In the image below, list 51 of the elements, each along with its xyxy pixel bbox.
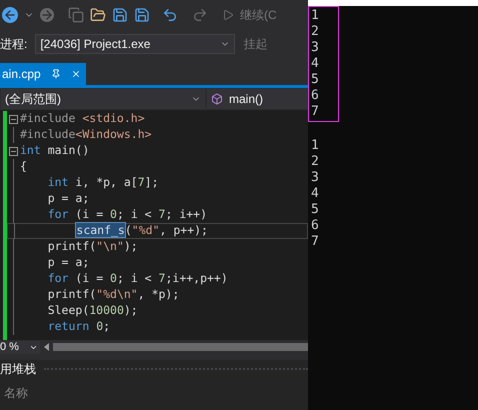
zoom-dropdown[interactable]: 0 % [0,340,40,354]
console-line: 1 [311,8,320,24]
collapse-icon[interactable] [9,146,18,156]
code-line: p = a; [46,190,90,208]
function-dropdown[interactable]: main() [207,89,307,109]
call-stack-title: 用堆栈 [0,361,36,378]
code-line: return 0; [46,318,110,336]
console-line: 5 [311,72,320,88]
code-line: for (i = 0; i < 7;i++,p++) [46,270,228,288]
code-line: int i, *p, a[7]; [46,174,159,192]
play-icon[interactable] [222,9,234,21]
collapse-icon[interactable] [9,114,18,124]
back-icon[interactable] [2,7,18,23]
console-line: 2 [311,24,320,40]
save-all-icon[interactable] [134,7,150,23]
process-label: 进程: [0,36,28,53]
open-folder-icon[interactable] [90,7,106,23]
console-line: 7 [311,104,320,120]
column-header: 名称 [4,385,29,402]
code-line: Sleep(10000); [46,302,138,320]
code-line: { [20,158,27,176]
code-line: int main() [20,142,90,160]
process-dropdown[interactable]: [24036] Project1.exe [35,34,236,54]
file-tab[interactable]: ain.cpp [0,63,86,85]
console-line: 6 [311,218,320,234]
new-item-icon[interactable] [68,7,84,23]
console-line: 7 [311,234,320,250]
close-icon[interactable] [70,69,81,79]
save-icon[interactable] [112,7,128,23]
console-line: 4 [311,56,320,72]
code-line: printf("\n"); [46,238,138,256]
forward-icon[interactable] [40,8,54,22]
console-line: 2 [311,154,320,170]
console-line: 3 [311,40,320,56]
horizontal-scrollbar[interactable] [53,343,308,351]
code-line: #include <stdio.h> [20,110,145,128]
redo-icon[interactable] [192,7,208,23]
console-line: 4 [311,186,320,202]
console-line: 6 [311,88,320,104]
code-line: p = a; [46,254,90,272]
code-line: printf("%d\n", *p); [46,286,180,304]
code-line: scanf_s("%d", p++); [75,222,208,240]
undo-icon[interactable] [162,7,178,23]
code-line: for (i = 0; i < 7; i++) [46,206,208,224]
pin-icon[interactable] [50,69,61,79]
console-line: 5 [311,202,320,218]
cube-icon [211,93,223,105]
scope-dropdown[interactable]: (全局范围) [1,89,205,109]
console-line: 1 [311,138,320,154]
code-line: #include<Windows.h> [20,126,152,144]
console-line: 3 [311,170,320,186]
